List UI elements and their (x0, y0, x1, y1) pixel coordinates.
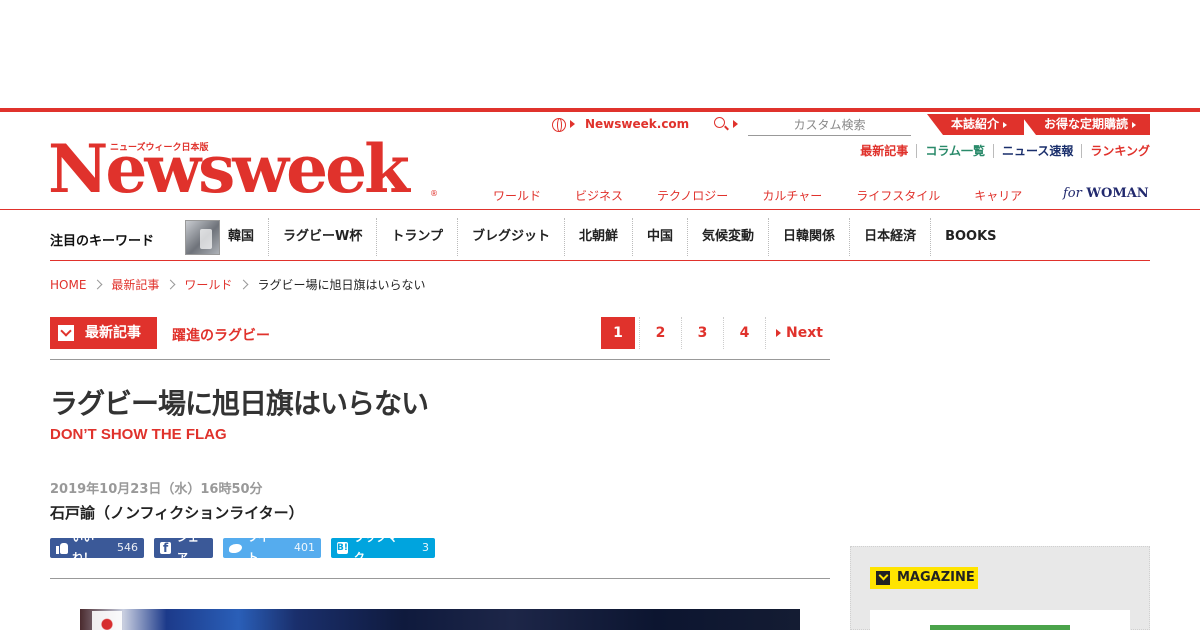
header-bottom-rule (0, 209, 1200, 210)
category-world[interactable]: ワールド (493, 187, 541, 204)
category-business[interactable]: ビジネス (575, 187, 623, 204)
twitter-bird-icon (229, 542, 243, 554)
hatena-bookmark-icon (337, 538, 348, 558)
arrow-right-icon (1003, 121, 1008, 128)
logo-registered-mark: ® (430, 189, 438, 198)
keyword-item[interactable]: 中国 (632, 218, 687, 256)
arrow-right-icon (1132, 121, 1137, 128)
article-photo (80, 609, 800, 630)
keyword-item[interactable]: 気候変動 (687, 218, 768, 256)
subscribe-label: お得な定期購読 (1044, 117, 1129, 131)
about-magazine-tab[interactable]: 本誌紹介 (927, 114, 1024, 135)
fb-share-label: シェア (176, 531, 199, 564)
keywords-list: 韓国 ラグビーW杯 トランプ ブレグジット 北朝鮮 中国 気候変動 日韓関係 日… (214, 218, 1011, 256)
keyword-item[interactable]: 日韓関係 (768, 218, 849, 256)
like-label: いいね！ (72, 531, 95, 564)
article-title: ラグビー場に旭日旗はいらない (50, 387, 429, 420)
keyword-item[interactable]: トランプ (376, 218, 457, 256)
for-woman-link[interactable]: for WOMAN (1063, 186, 1149, 201)
article-author[interactable]: 石戸諭（ノンフィクションライター） (50, 502, 304, 523)
tweet-count: 401 (294, 541, 315, 554)
keywords-bottom-rule (50, 260, 1150, 261)
util-nav-ranking[interactable]: ランキング (1081, 144, 1150, 158)
chevron-right-icon (92, 279, 103, 290)
article-date: 2019年10月23日（水）16時50分 (50, 482, 263, 497)
subscribe-tab[interactable]: お得な定期購読 (1020, 114, 1150, 135)
bookmark-count: 3 (422, 541, 429, 554)
arrow-right-icon (570, 120, 575, 128)
like-count: 546 (117, 541, 138, 554)
hatena-bookmark-button[interactable]: ブックマーク 3 (331, 531, 435, 564)
about-magazine-label: 本誌紹介 (951, 117, 1000, 131)
page-3[interactable]: 3 (681, 317, 723, 349)
search-icon[interactable] (714, 117, 725, 128)
chevron-down-icon (58, 325, 74, 341)
header-top-rule (0, 108, 1200, 112)
breadcrumb: HOME 最新記事 ワールド ラグビー場に旭日旗はいらない (50, 276, 425, 293)
chevron-down-icon (876, 571, 890, 585)
thumbs-up-icon (56, 542, 69, 554)
magazine-cover-image[interactable] (930, 625, 1070, 630)
next-page-button[interactable]: Next (765, 317, 829, 349)
tweet-button[interactable]: ツイート 401 (223, 531, 321, 564)
arrow-right-icon (733, 120, 738, 128)
latest-articles-label: 最新記事 (85, 325, 141, 341)
search-input[interactable] (748, 115, 911, 136)
keyword-item[interactable]: ブレグジット (456, 218, 564, 256)
keywords-label: 注目のキーワード (50, 234, 155, 249)
util-nav-latest[interactable]: 最新記事 (852, 144, 916, 158)
facebook-share-button[interactable]: シェア (154, 531, 213, 564)
chevron-right-icon (238, 279, 249, 290)
util-nav-columns[interactable]: コラム一覧 (916, 144, 993, 158)
category-culture[interactable]: カルチャー (762, 187, 822, 204)
share-bottom-rule (50, 578, 830, 579)
globe-icon (552, 118, 566, 132)
newsweek-com-link[interactable]: Newsweek.com (585, 117, 689, 131)
breadcrumb-latest[interactable]: 最新記事 (111, 276, 159, 293)
breadcrumb-current: ラグビー場に旭日旗はいらない (257, 278, 426, 292)
page-4[interactable]: 4 (723, 317, 765, 349)
category-career[interactable]: キャリア (974, 187, 1022, 204)
util-nav-breaking-news[interactable]: ニュース速報 (992, 144, 1081, 158)
keyword-item[interactable]: ラグビーW杯 (268, 218, 376, 256)
category-lifestyle[interactable]: ライフスタイル (856, 187, 940, 204)
latest-articles-badge[interactable]: 最新記事 (50, 317, 157, 349)
breadcrumb-home[interactable]: HOME (50, 278, 86, 292)
page-2[interactable]: 2 (639, 317, 681, 349)
keyword-item[interactable]: 日本経済 (849, 218, 930, 256)
breadcrumb-world[interactable]: ワールド (184, 276, 232, 293)
chevron-right-icon (165, 279, 176, 290)
category-technology[interactable]: テクノロジー (657, 187, 728, 204)
keyword-item[interactable]: BOOKS (930, 218, 1010, 256)
bookmark-label: ブックマーク (353, 531, 409, 564)
magazine-label: MAGAZINE (870, 567, 978, 589)
magazine-label-text: MAGAZINE (897, 570, 975, 585)
series-bottom-rule (50, 359, 830, 360)
page-1[interactable]: 1 (601, 317, 635, 349)
for-woman-label: WOMAN (1086, 186, 1149, 201)
keyword-item[interactable]: 韓国 (214, 218, 268, 256)
keyword-item[interactable]: 北朝鮮 (564, 218, 632, 256)
utility-nav: 最新記事 コラム一覧 ニュース速報 ランキング (852, 144, 1150, 158)
article-subtitle: DON’T SHOW THE FLAG (50, 426, 227, 443)
pagination: 1 2 3 4 Next (600, 317, 829, 349)
logo-text: Newsweek (48, 130, 410, 208)
facebook-like-button[interactable]: いいね！ 546 (50, 531, 144, 564)
facebook-icon (160, 538, 171, 558)
newsweek-logo[interactable]: ニューズウィーク日本版 Newsweek ® (48, 134, 438, 204)
category-nav: ワールド ビジネス テクノロジー カルチャー ライフスタイル キャリア (476, 187, 1039, 204)
series-title-link[interactable]: 躍進のラグビー (172, 325, 270, 345)
for-woman-prefix: for (1063, 186, 1082, 201)
tweet-label: ツイート (247, 531, 281, 564)
